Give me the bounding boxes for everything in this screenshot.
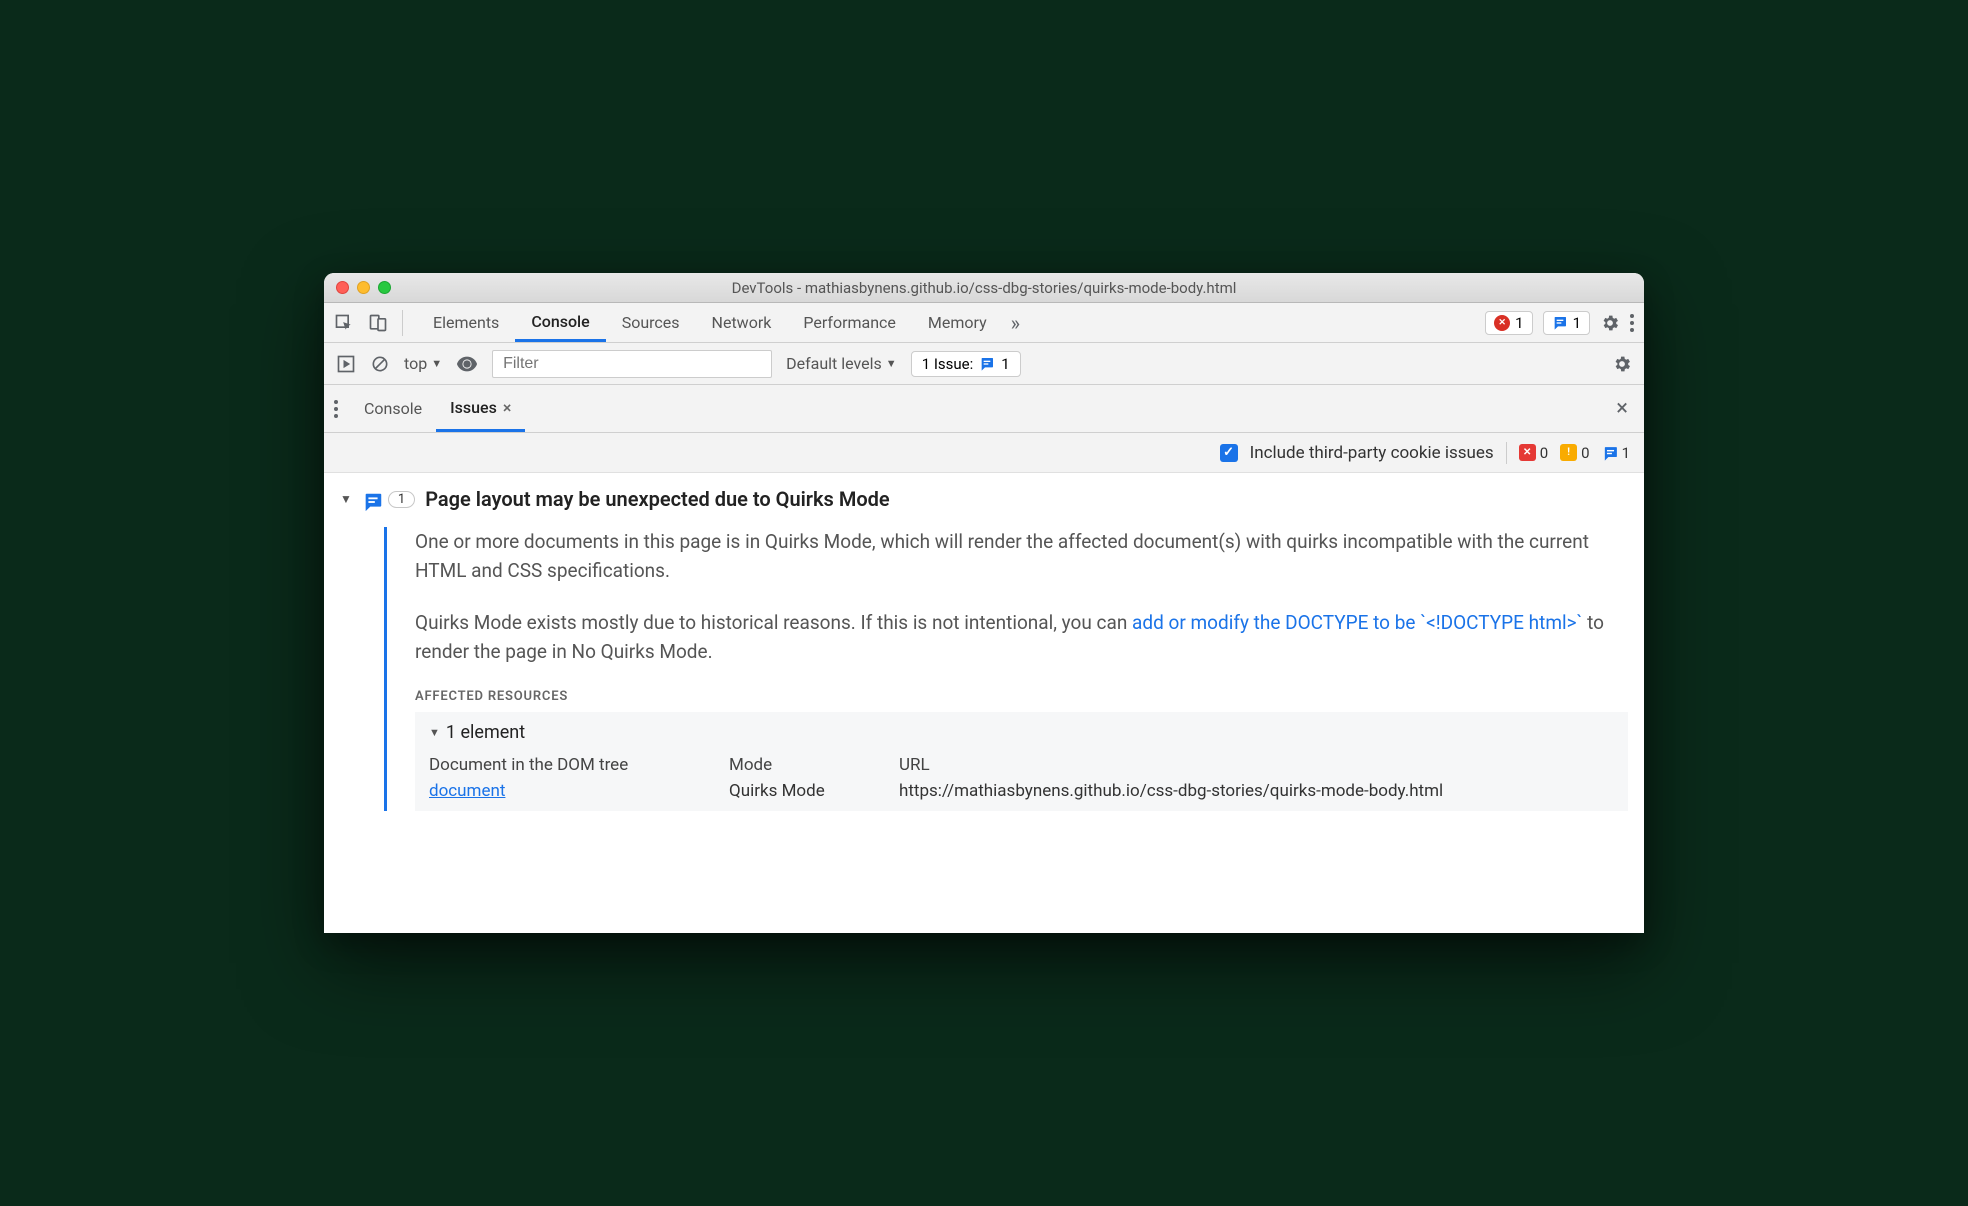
devtools-window: DevTools - mathiasbynens.github.io/css-d… bbox=[324, 273, 1644, 933]
warn-square-icon: ! bbox=[1560, 444, 1577, 461]
issues-badge[interactable]: 1 bbox=[1543, 311, 1590, 335]
log-levels-selector[interactable]: Default levels ▼ bbox=[786, 354, 897, 373]
issue-count: 1 bbox=[1573, 314, 1581, 332]
col-document: Document in the DOM tree bbox=[429, 749, 719, 781]
tab-memory[interactable]: Memory bbox=[912, 303, 1003, 342]
chevron-down-icon: ▼ bbox=[431, 357, 442, 370]
issue-body: ▼ 1 Page layout may be unexpected due to… bbox=[324, 473, 1644, 933]
element-group-header[interactable]: ▼ 1 element bbox=[429, 722, 1614, 743]
tab-elements[interactable]: Elements bbox=[417, 303, 515, 342]
disclosure-triangle-icon[interactable]: ▼ bbox=[340, 492, 352, 506]
issue-title: Page layout may be unexpected due to Qui… bbox=[425, 487, 889, 511]
errors-badge[interactable]: 1 bbox=[1485, 311, 1532, 335]
tab-performance[interactable]: Performance bbox=[787, 303, 912, 342]
drawer-tabs: Console Issues × × bbox=[324, 385, 1644, 433]
thirdparty-label: Include third-party cookie issues bbox=[1250, 443, 1494, 463]
more-menu-icon[interactable] bbox=[1630, 314, 1634, 332]
error-square-icon: ✕ bbox=[1519, 444, 1536, 461]
device-toggle-icon[interactable] bbox=[368, 313, 388, 333]
disclosure-triangle-icon[interactable]: ▼ bbox=[429, 726, 440, 739]
issues-toolbar: Include third-party cookie issues ✕ 0 ! … bbox=[324, 433, 1644, 473]
error-issue-count[interactable]: ✕ 0 bbox=[1519, 444, 1548, 462]
issue-count-chip: 1 bbox=[388, 491, 415, 508]
issue-paragraph-2: Quirks Mode exists mostly due to histori… bbox=[415, 608, 1628, 667]
message-icon bbox=[1602, 445, 1618, 461]
main-tabs: Elements Console Sources Network Perform… bbox=[324, 303, 1644, 343]
console-toolbar: top ▼ Default levels ▼ 1 Issue: 1 bbox=[324, 343, 1644, 385]
more-tabs-icon[interactable]: » bbox=[1003, 311, 1028, 335]
window-title: DevTools - mathiasbynens.github.io/css-d… bbox=[324, 279, 1644, 297]
live-expression-icon[interactable] bbox=[456, 353, 478, 375]
tab-network[interactable]: Network bbox=[696, 303, 788, 342]
message-icon bbox=[1552, 315, 1568, 331]
issue-header[interactable]: ▼ 1 Page layout may be unexpected due to… bbox=[340, 487, 1628, 511]
url-value: https://mathiasbynens.github.io/css-dbg-… bbox=[899, 781, 1614, 801]
message-icon bbox=[362, 491, 378, 507]
console-settings-icon[interactable] bbox=[1612, 354, 1632, 374]
doctype-help-link[interactable]: add or modify the DOCTYPE to be `<!DOCTY… bbox=[1132, 611, 1582, 634]
close-tab-icon[interactable]: × bbox=[503, 398, 512, 417]
inspect-icon[interactable] bbox=[334, 313, 354, 333]
issue-content: One or more documents in this page is in… bbox=[384, 527, 1628, 811]
clear-console-icon[interactable] bbox=[370, 354, 390, 374]
chevron-down-icon: ▼ bbox=[886, 357, 897, 370]
context-selector[interactable]: top ▼ bbox=[404, 354, 442, 373]
filter-input[interactable] bbox=[492, 350, 772, 378]
drawer-more-icon[interactable] bbox=[334, 400, 338, 418]
tab-sources[interactable]: Sources bbox=[606, 303, 696, 342]
error-count: 1 bbox=[1515, 314, 1523, 332]
affected-resources-block: ▼ 1 element Document in the DOM tree Mod… bbox=[415, 712, 1628, 811]
issue-paragraph-1: One or more documents in this page is in… bbox=[415, 527, 1628, 586]
tab-console[interactable]: Console bbox=[515, 303, 605, 342]
col-url: URL bbox=[899, 749, 1614, 781]
issues-pill[interactable]: 1 Issue: 1 bbox=[911, 351, 1021, 377]
settings-icon[interactable] bbox=[1600, 313, 1620, 333]
mode-value: Quirks Mode bbox=[729, 781, 889, 801]
drawer-tab-issues[interactable]: Issues × bbox=[436, 385, 525, 432]
message-icon bbox=[979, 356, 995, 372]
document-link[interactable]: document bbox=[429, 781, 505, 801]
error-icon bbox=[1494, 315, 1510, 331]
close-drawer-icon[interactable]: × bbox=[1610, 396, 1634, 421]
affected-resources-heading: AFFECTED RESOURCES bbox=[415, 689, 1628, 704]
thirdparty-checkbox[interactable] bbox=[1220, 444, 1238, 462]
info-issue-count[interactable]: 1 bbox=[1602, 444, 1630, 462]
execute-icon[interactable] bbox=[336, 354, 356, 374]
warn-issue-count[interactable]: ! 0 bbox=[1560, 444, 1589, 462]
affected-resources-table: Document in the DOM tree Mode URL docume… bbox=[429, 749, 1614, 801]
drawer-tab-console[interactable]: Console bbox=[350, 385, 436, 432]
col-mode: Mode bbox=[729, 749, 889, 781]
titlebar: DevTools - mathiasbynens.github.io/css-d… bbox=[324, 273, 1644, 303]
